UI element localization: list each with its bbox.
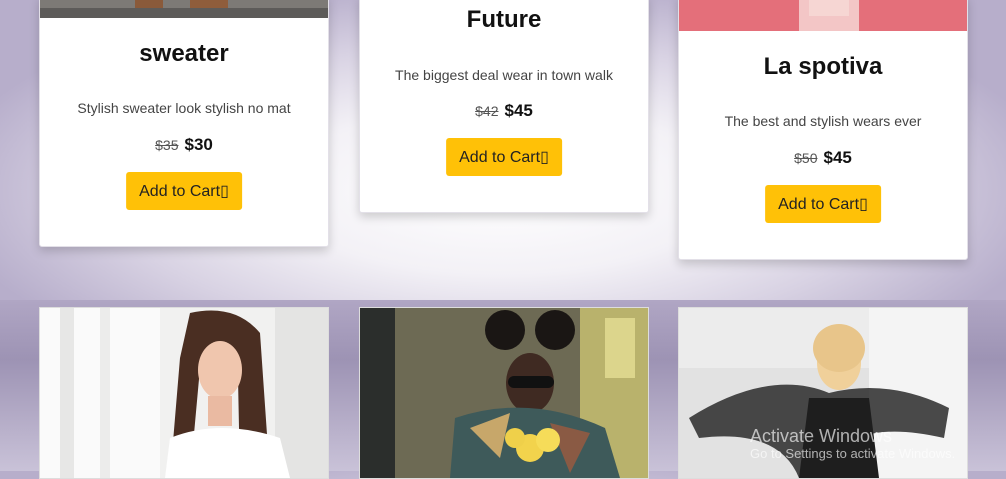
add-to-cart-button[interactable]: Add to Cart▯ [765,185,881,223]
cart-icon: ▯ [220,183,229,200]
product-title: sweater [139,40,229,67]
cart-icon: ▯ [540,149,549,166]
product-price: $50 $45 [679,148,967,168]
current-price: $45 [504,101,533,120]
product-price: $42 $45 [360,101,648,121]
watermark-subtitle: Go to Settings to activate Windows. [750,446,956,461]
product-title: Future [466,6,542,33]
product-title: La spotiva [763,53,883,80]
product-price: $35 $30 [40,135,328,155]
old-price: $35 [155,137,179,153]
add-to-cart-label: Add to Cart [459,149,541,166]
current-price: $45 [823,148,852,167]
windows-activation-watermark: Activate Windows Go to Settings to activ… [750,426,955,462]
product-description: Stylish sweater look stylish no mat [77,100,291,116]
add-to-cart-label: Add to Cart [778,196,860,213]
old-price: $50 [794,150,818,166]
old-price: $42 [475,103,499,119]
cart-icon: ▯ [859,196,868,213]
add-to-cart-button[interactable]: Add to Cart▯ [126,172,242,210]
product-description: The best and stylish wears ever [724,113,922,129]
watermark-title: Activate Windows [750,426,893,446]
product-description: The biggest deal wear in town walk [395,67,613,83]
product-photo-woman-flowers[interactable] [359,307,649,479]
product-card-future: Future The biggest deal wear in town wal… [359,0,649,213]
add-to-cart-label: Add to Cart [139,183,221,200]
product-card-la-spotiva: La spotiva The best and stylish wears ev… [678,0,968,260]
product-photo-woman-curtain[interactable] [39,307,329,479]
product-image-strip [679,0,967,31]
add-to-cart-button[interactable]: Add to Cart▯ [446,138,562,176]
current-price: $30 [184,135,213,154]
product-card-sweater: sweater Stylish sweater look stylish no … [39,0,329,247]
product-image-strip [40,0,328,18]
